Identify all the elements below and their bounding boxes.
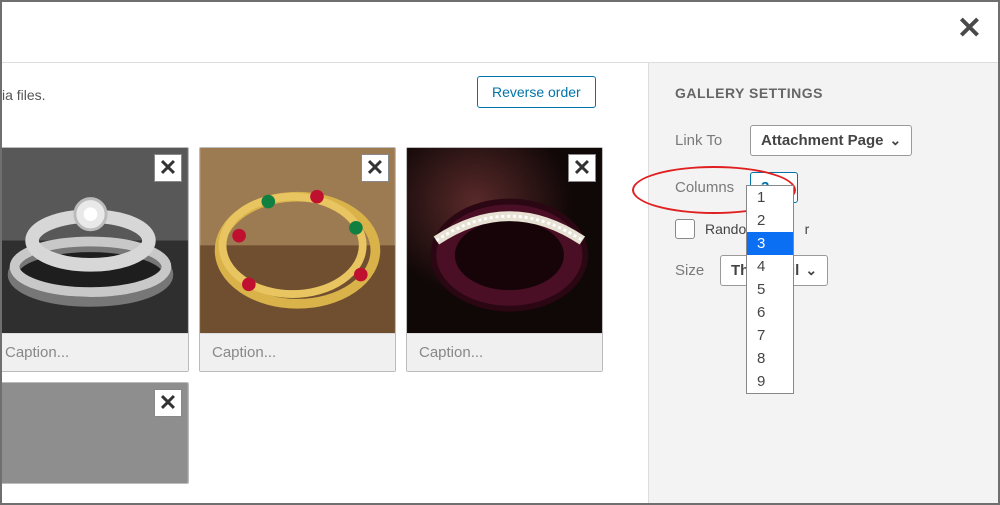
remove-image-icon[interactable]: ✕ <box>361 154 389 182</box>
caption-input[interactable]: Caption... <box>407 333 602 371</box>
link-to-value: Attachment Page <box>761 132 884 149</box>
gallery-item[interactable]: ✕ Caption... <box>199 147 396 372</box>
columns-option[interactable]: 4 <box>747 255 793 278</box>
gallery-item[interactable]: ✕ Caption... <box>0 147 189 372</box>
caption-input[interactable]: Caption... <box>0 333 188 371</box>
chevron-down-icon: ⌄ <box>805 262 817 279</box>
caption-input[interactable]: Caption... <box>200 333 395 371</box>
chevron-down-icon: ⌄ <box>890 132 902 149</box>
gallery-thumbnails: ✕ Caption... ✕ Caption... <box>0 147 632 484</box>
columns-option[interactable]: 3 <box>747 232 793 255</box>
columns-dropdown-list: 1 2 3 4 5 6 7 8 9 <box>746 185 794 394</box>
media-files-text: ia files. <box>2 87 46 103</box>
columns-option[interactable]: 6 <box>747 301 793 324</box>
link-to-label: Link To <box>675 132 750 149</box>
columns-option[interactable]: 2 <box>747 209 793 232</box>
random-order-checkbox[interactable] <box>675 219 695 239</box>
remove-image-icon[interactable]: ✕ <box>154 389 182 417</box>
gallery-item[interactable]: ✕ <box>0 382 189 484</box>
size-label: Size <box>675 262 720 279</box>
link-to-select[interactable]: Attachment Page ⌄ <box>750 125 912 156</box>
columns-option[interactable]: 8 <box>747 347 793 370</box>
close-icon[interactable]: ✕ <box>957 14 982 44</box>
remove-image-icon[interactable]: ✕ <box>568 154 596 182</box>
columns-option[interactable]: 9 <box>747 370 793 393</box>
columns-option[interactable]: 1 <box>747 186 793 209</box>
columns-option[interactable]: 7 <box>747 324 793 347</box>
gallery-item[interactable]: ✕ Caption... <box>406 147 603 372</box>
reverse-order-button[interactable]: Reverse order <box>477 76 596 108</box>
sidebar-title: GALLERY SETTINGS <box>675 85 972 101</box>
remove-image-icon[interactable]: ✕ <box>154 154 182 182</box>
columns-option[interactable]: 5 <box>747 278 793 301</box>
gallery-settings-panel: GALLERY SETTINGS Link To Attachment Page… <box>648 63 998 503</box>
columns-label: Columns <box>675 179 750 196</box>
